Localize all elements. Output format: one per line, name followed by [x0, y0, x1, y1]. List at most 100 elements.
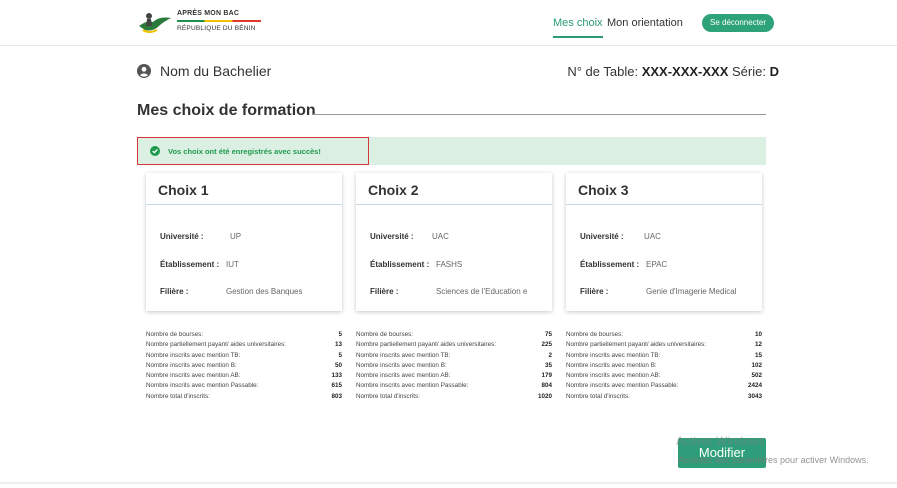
stat-row-passable: Nombre inscrits avec mention Passable: 24…	[566, 381, 762, 391]
nav-mon-orientation[interactable]: Mon orientation	[607, 17, 683, 29]
serie-value: D	[769, 64, 779, 79]
universite-value: UAC	[644, 232, 661, 241]
stat-row-b: Nombre inscrits avec mention B: 35	[356, 361, 552, 371]
stat-label: Nombre inscrits avec mention AB:	[356, 372, 451, 380]
student-name: Nom du Bachelier	[160, 63, 272, 79]
stat-value: 803	[331, 392, 342, 400]
stat-row-b: Nombre inscrits avec mention B: 50	[146, 361, 342, 371]
stat-value: 13	[334, 341, 342, 349]
stat-label: Nombre de bourses:	[356, 331, 414, 338]
stat-row-total: Nombre total d'inscrits: 803	[146, 392, 342, 402]
success-message: Vos choix ont été enregistrés avec succè…	[168, 146, 321, 156]
etablissement-value: FASHS	[436, 260, 463, 269]
logo-text: APRÈS MON BAC RÉPUBLIQUE DU BÉNIN	[177, 10, 261, 32]
stat-label: Nombre partiellement payant/ aides unive…	[566, 341, 706, 349]
title-divider	[312, 114, 766, 115]
universite-row: Université : UAC	[370, 232, 546, 241]
stat-label: Nombre de bourses:	[566, 331, 624, 338]
logo-subtitle: RÉPUBLIQUE DU BÉNIN	[177, 25, 256, 32]
etablissement-row: Établissement : EPAC	[580, 260, 756, 269]
table-number-info: N° de Table: XXX-XXX-XXX Série: D	[567, 64, 779, 79]
stat-value: 3043	[747, 392, 762, 400]
stat-label: Nombre inscrits avec mention AB:	[146, 372, 241, 380]
logout-button[interactable]: Se déconnecter	[702, 14, 775, 32]
choice-card-3: Choix 3 Université : UAC Établissement :…	[566, 173, 762, 311]
logo-flag-bar	[177, 20, 261, 22]
stat-label: Nombre de bourses:	[146, 331, 204, 338]
universite-value: UP	[230, 232, 242, 241]
choice-title: Choix 3	[566, 173, 762, 205]
top-header: APRÈS MON BAC RÉPUBLIQUE DU BÉNIN Mes ch…	[0, 0, 897, 46]
stat-label: Nombre total d'inscrits:	[146, 392, 210, 400]
filiere-value: Genie d'Imagerie Medical	[646, 287, 737, 296]
filiere-label: Filière :	[580, 287, 609, 296]
stat-value: 2424	[747, 382, 762, 390]
choice-card-1: Choix 1 Université : UP Établissement : …	[146, 173, 342, 311]
filiere-label: Filière :	[370, 287, 399, 296]
stat-value: 75	[544, 331, 552, 338]
etablissement-value: IUT	[226, 260, 239, 269]
table-label: N° de Table:	[567, 64, 639, 79]
stat-value: 225	[541, 341, 552, 349]
stat-value: 102	[751, 361, 762, 369]
stat-label: Nombre inscrits avec mention Passable:	[146, 382, 259, 390]
filiere-value: Gestion des Banques	[226, 287, 303, 296]
stat-label: Nombre inscrits avec mention Passable:	[566, 382, 679, 390]
table-value: XXX-XXX-XXX	[641, 64, 729, 79]
stat-row-ab: Nombre inscrits avec mention AB: 133	[146, 371, 342, 381]
success-alert-highlight: Vos choix ont été enregistrés avec succè…	[137, 137, 369, 165]
stat-label: Nombre inscrits avec mention B:	[146, 361, 237, 369]
etablissement-row: Établissement : FASHS	[370, 260, 546, 269]
stat-label: Nombre total d'inscrits:	[566, 392, 630, 400]
stat-value: 804	[541, 382, 552, 390]
filiere-value: Sciences de l'Education e	[436, 287, 528, 296]
stat-value: 1020	[537, 392, 552, 400]
stat-value: 5	[338, 351, 342, 359]
filiere-label: Filière :	[160, 287, 189, 296]
universite-row: Université : UAC	[580, 232, 756, 241]
etablissement-label: Établissement :	[160, 260, 220, 269]
stat-row-passable: Nombre inscrits avec mention Passable: 61…	[146, 381, 342, 391]
choice-1-stats: Nombre de bourses: 5 Nombre partiellement…	[146, 330, 342, 402]
stat-value: 179	[541, 372, 552, 380]
windows-activation-watermark-text: Accédez aux paramètres pour activer Wind…	[678, 455, 869, 465]
filiere-row: Filière : Gestion des Banques	[160, 287, 336, 296]
stat-row-partiel: Nombre partiellement payant/ aides unive…	[356, 340, 552, 350]
stat-value: 12	[754, 341, 762, 349]
stat-label: Nombre partiellement payant/ aides unive…	[356, 341, 496, 349]
check-circle-icon	[150, 146, 160, 156]
stat-value: 35	[544, 361, 552, 369]
stat-label: Nombre inscrits avec mention Passable:	[356, 382, 469, 390]
filiere-row: Filière : Sciences de l'Education e	[370, 287, 546, 296]
filiere-row: Filière : Genie d'Imagerie Medical	[580, 287, 756, 296]
stat-row-b: Nombre inscrits avec mention B: 102	[566, 361, 762, 371]
stat-label: Nombre inscrits avec mention AB:	[566, 372, 661, 380]
stat-row-total: Nombre total d'inscrits: 3043	[566, 392, 762, 402]
stat-row-ab: Nombre inscrits avec mention AB: 502	[566, 371, 762, 381]
stat-label: Nombre inscrits avec mention TB:	[146, 351, 241, 359]
stat-row-ab: Nombre inscrits avec mention AB: 179	[356, 371, 552, 381]
choice-card-2: Choix 2 Université : UAC Établissement :…	[356, 173, 552, 311]
stat-label: Nombre inscrits avec mention B:	[566, 361, 657, 369]
success-alert: Vos choix ont été enregistrés avec succè…	[137, 137, 766, 165]
choice-title: Choix 1	[146, 173, 342, 205]
stat-row-partiel: Nombre partiellement payant/ aides unive…	[566, 340, 762, 350]
logo-title: APRÈS MON BAC	[177, 10, 240, 17]
etablissement-row: Établissement : IUT	[160, 260, 336, 269]
stat-row-partiel: Nombre partiellement payant/ aides unive…	[146, 340, 342, 350]
apres-mon-bac-logo-icon	[139, 13, 171, 33]
stat-value: 502	[751, 372, 762, 380]
stat-label: Nombre total d'inscrits:	[356, 392, 420, 400]
stat-row-tb: Nombre inscrits avec mention TB: 2	[356, 351, 552, 361]
stat-label: Nombre inscrits avec mention TB:	[356, 351, 451, 359]
student-name-line: Nom du Bachelier	[137, 63, 271, 79]
stat-row-passable: Nombre inscrits avec mention Passable: 80…	[356, 381, 552, 391]
page-title: Mes choix de formation	[137, 102, 316, 119]
stat-row-bourses: Nombre de bourses: 75	[356, 330, 552, 340]
etablissement-value: EPAC	[646, 260, 668, 269]
nav-mes-choix[interactable]: Mes choix	[553, 17, 603, 38]
stat-value: 615	[331, 382, 342, 390]
stat-value: 2	[548, 351, 552, 359]
windows-activation-watermark-title: Activer Windows	[676, 434, 765, 448]
stat-row-bourses: Nombre de bourses: 10	[566, 330, 762, 340]
